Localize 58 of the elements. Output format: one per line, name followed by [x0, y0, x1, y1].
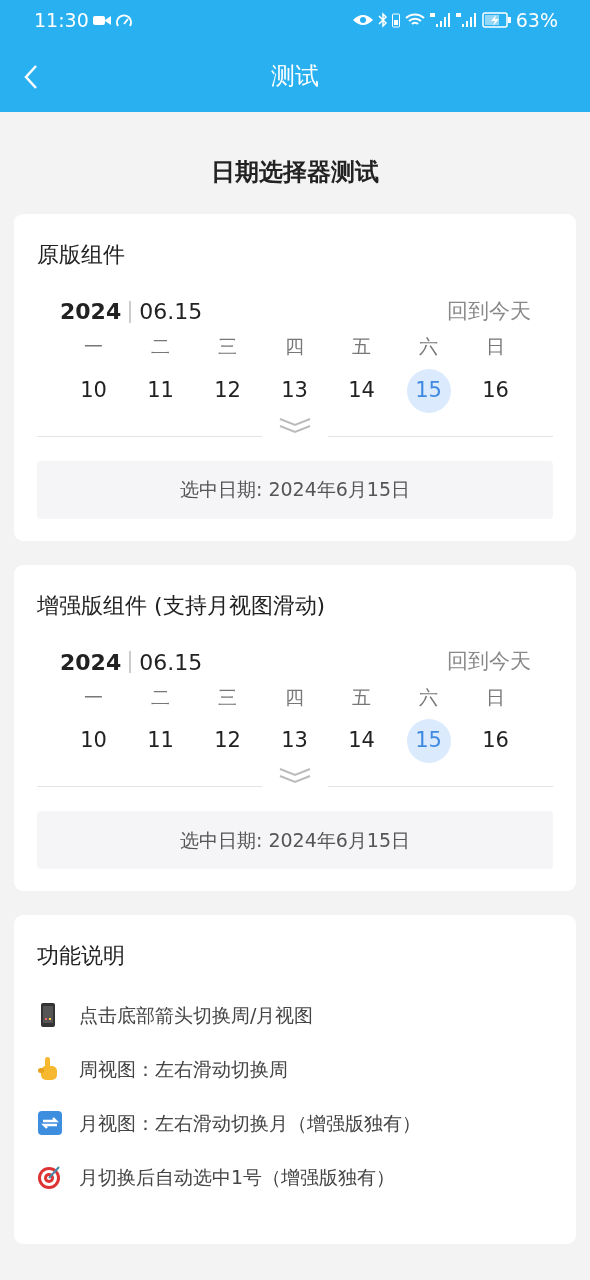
- feature-text: 周视图：左右滑动切换周: [79, 1056, 288, 1082]
- battery-saver-icon: [391, 12, 400, 28]
- day-button[interactable]: 14: [339, 719, 384, 763]
- gauge-icon: [114, 12, 133, 28]
- day-button[interactable]: 16: [473, 368, 518, 413]
- weekday-label: 三: [217, 684, 238, 710]
- weekday-label: 五: [351, 684, 372, 710]
- weekday-label: 六: [418, 684, 439, 710]
- feature-text: 月切换后自动选中1号（增强版独有）: [79, 1164, 396, 1190]
- date-label: 06.15: [139, 298, 203, 326]
- weekday-label: 一: [83, 334, 104, 359]
- day-button[interactable]: 13: [272, 368, 317, 413]
- day-button[interactable]: 11: [138, 368, 183, 413]
- battery-charging-icon: [481, 12, 512, 28]
- selected-date-text: 选中日期: 2024年6月15日: [179, 827, 411, 853]
- card-title: 增强版组件 (支持月视图滑动): [37, 591, 327, 620]
- weekday-label: 四: [284, 684, 305, 710]
- date-label: 06.15: [139, 648, 203, 677]
- weekday-label: 五: [351, 334, 372, 359]
- weekday-label: 日: [485, 334, 506, 359]
- today-link[interactable]: 回到今天: [447, 295, 531, 328]
- expand-chevron-icon[interactable]: [278, 767, 312, 785]
- clock-time: 11:30: [34, 7, 89, 33]
- weekday-label: 日: [485, 684, 506, 710]
- video-camera-icon: [92, 13, 111, 27]
- day-button[interactable]: 12: [205, 719, 250, 763]
- day-button[interactable]: 13: [272, 719, 317, 763]
- battery-percent: 63%: [515, 7, 558, 33]
- day-button[interactable]: 11: [138, 719, 183, 763]
- weekday-label: 二: [150, 684, 171, 710]
- weekday-label: 六: [418, 334, 439, 359]
- expand-chevron-icon[interactable]: [278, 416, 312, 435]
- feature-text: 点击底部箭头切换周/月视图: [79, 1002, 314, 1028]
- heading: 日期选择器测试: [211, 158, 379, 186]
- page-title: 测试: [271, 61, 319, 92]
- year-label: 2024: [60, 298, 122, 326]
- target-icon: [37, 1164, 63, 1190]
- weekday-label: 一: [83, 684, 104, 710]
- bluetooth-icon: [377, 12, 388, 28]
- selected-date-text: 选中日期: 2024年6月15日: [179, 477, 411, 503]
- weekday-label: 四: [284, 334, 305, 359]
- day-button[interactable]: 12: [205, 368, 250, 413]
- day-button[interactable]: 10: [71, 719, 116, 763]
- feature-text: 月视图：左右滑动切换月（增强版独有）: [79, 1110, 421, 1136]
- day-button[interactable]: 16: [473, 719, 518, 763]
- year-label: 2024: [60, 648, 122, 677]
- signal-icon: [455, 12, 478, 28]
- back-icon[interactable]: [24, 64, 38, 90]
- today-link[interactable]: 回到今天: [447, 646, 531, 678]
- day-button[interactable]: 10: [71, 368, 116, 413]
- eye-icon: [351, 13, 374, 27]
- repeat-arrows-icon: [37, 1110, 63, 1136]
- card-title: 原版组件: [37, 241, 126, 269]
- day-button[interactable]: 14: [339, 368, 384, 413]
- card-title: 功能说明: [37, 942, 126, 970]
- signal-icon: [429, 12, 452, 28]
- weekday-label: 二: [150, 334, 171, 359]
- weekday-label: 三: [217, 334, 238, 359]
